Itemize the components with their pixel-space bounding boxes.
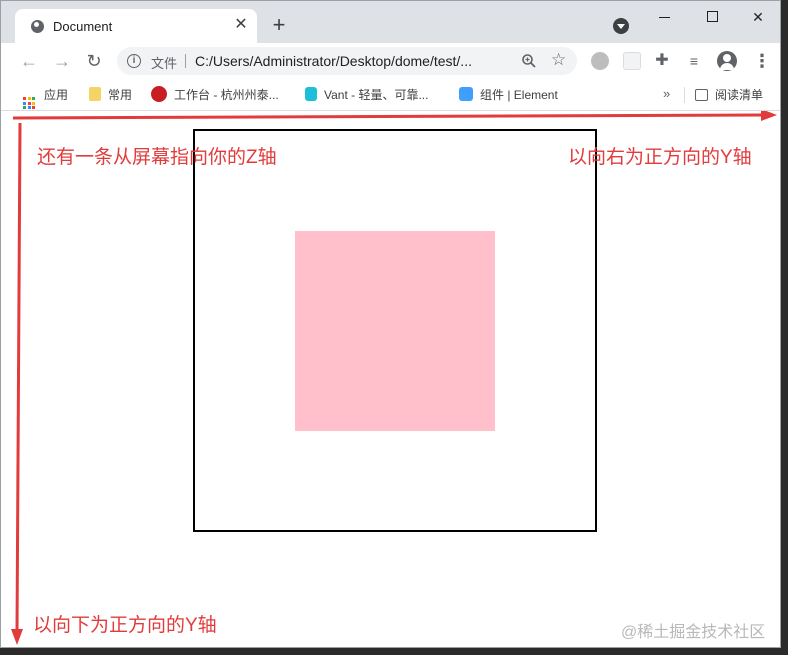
media-control-icon[interactable]: ≡: [685, 52, 703, 70]
back-button[interactable]: ←: [17, 49, 41, 73]
vant-icon: [305, 87, 317, 101]
minimize-button[interactable]: [647, 5, 681, 29]
bookmark-gitee[interactable]: 工作台 - 杭州州泰...: [151, 86, 279, 104]
new-tab-button[interactable]: +: [267, 14, 291, 38]
extension-icon[interactable]: [591, 52, 609, 70]
omnibox-divider: [185, 54, 186, 68]
bookmark-element[interactable]: 组件 | Element: [459, 86, 558, 104]
browser-window: Document ✕ + ✕ ← → ↻ i 文件 C:/Users/Admin…: [0, 0, 781, 648]
watermark: @稀土掘金技术社区: [621, 624, 766, 641]
down-axis-note: 以向下为正方向的Y轴: [33, 615, 217, 636]
gitee-icon: [151, 86, 167, 102]
puzzle-icon[interactable]: ✚: [653, 52, 671, 70]
tab-title: Document: [53, 19, 113, 34]
window-close-button[interactable]: ✕: [741, 5, 775, 29]
toolbar: ← → ↻ i 文件 C:/Users/Administrator/Deskto…: [1, 43, 780, 79]
folder-icon: [89, 87, 101, 101]
zoom-icon[interactable]: [521, 53, 537, 69]
element-icon: [459, 87, 473, 101]
scheme-label: 文件: [151, 56, 178, 71]
url-text[interactable]: C:/Users/Administrator/Desktop/dome/test…: [195, 53, 472, 69]
extension-icon[interactable]: [623, 52, 641, 70]
bookmarks-divider: [684, 87, 685, 103]
bookmarks-bar: 应用 常用 工作台 - 杭州州泰... Vant - 轻量、可靠... 组件 |…: [1, 79, 780, 111]
right-axis-note: 以向右为正方向的Y轴: [568, 147, 752, 168]
tab-strip: Document ✕ + ✕: [1, 1, 780, 43]
apps-grid-icon: [23, 97, 35, 109]
tab-search-icon[interactable]: [613, 18, 629, 34]
bookmark-apps[interactable]: 应用: [23, 86, 68, 109]
reading-list-icon: [695, 89, 708, 101]
axis-arrows: [11, 111, 777, 645]
maximize-button[interactable]: [695, 5, 729, 29]
tab-document[interactable]: Document ✕: [15, 9, 257, 43]
bookmark-folder[interactable]: 常用: [89, 86, 132, 104]
globe-icon: [31, 20, 44, 33]
address-bar[interactable]: i 文件 C:/Users/Administrator/Desktop/dome…: [117, 47, 577, 75]
reload-button[interactable]: ↻: [82, 49, 106, 73]
bookmarks-overflow-icon[interactable]: »: [663, 86, 670, 101]
page-content: 还有一条从屏幕指向你的Z轴 以向右为正方向的Y轴 以向下为正方向的Y轴 @稀土掘…: [1, 111, 780, 647]
bookmark-vant[interactable]: Vant - 轻量、可靠...: [305, 86, 428, 104]
close-icon[interactable]: ✕: [231, 15, 251, 35]
forward-button[interactable]: →: [50, 49, 74, 73]
kebab-menu-icon[interactable]: ⋮: [753, 49, 771, 73]
profile-avatar[interactable]: [717, 51, 737, 71]
x-axis-arrow: [12, 111, 777, 121]
bookmark-star-icon[interactable]: ☆: [551, 50, 566, 70]
y-axis-arrow: [11, 122, 23, 645]
info-icon[interactable]: i: [127, 54, 141, 68]
reading-list[interactable]: 阅读清单: [695, 86, 763, 104]
z-axis-note: 还有一条从屏幕指向你的Z轴: [37, 147, 277, 168]
